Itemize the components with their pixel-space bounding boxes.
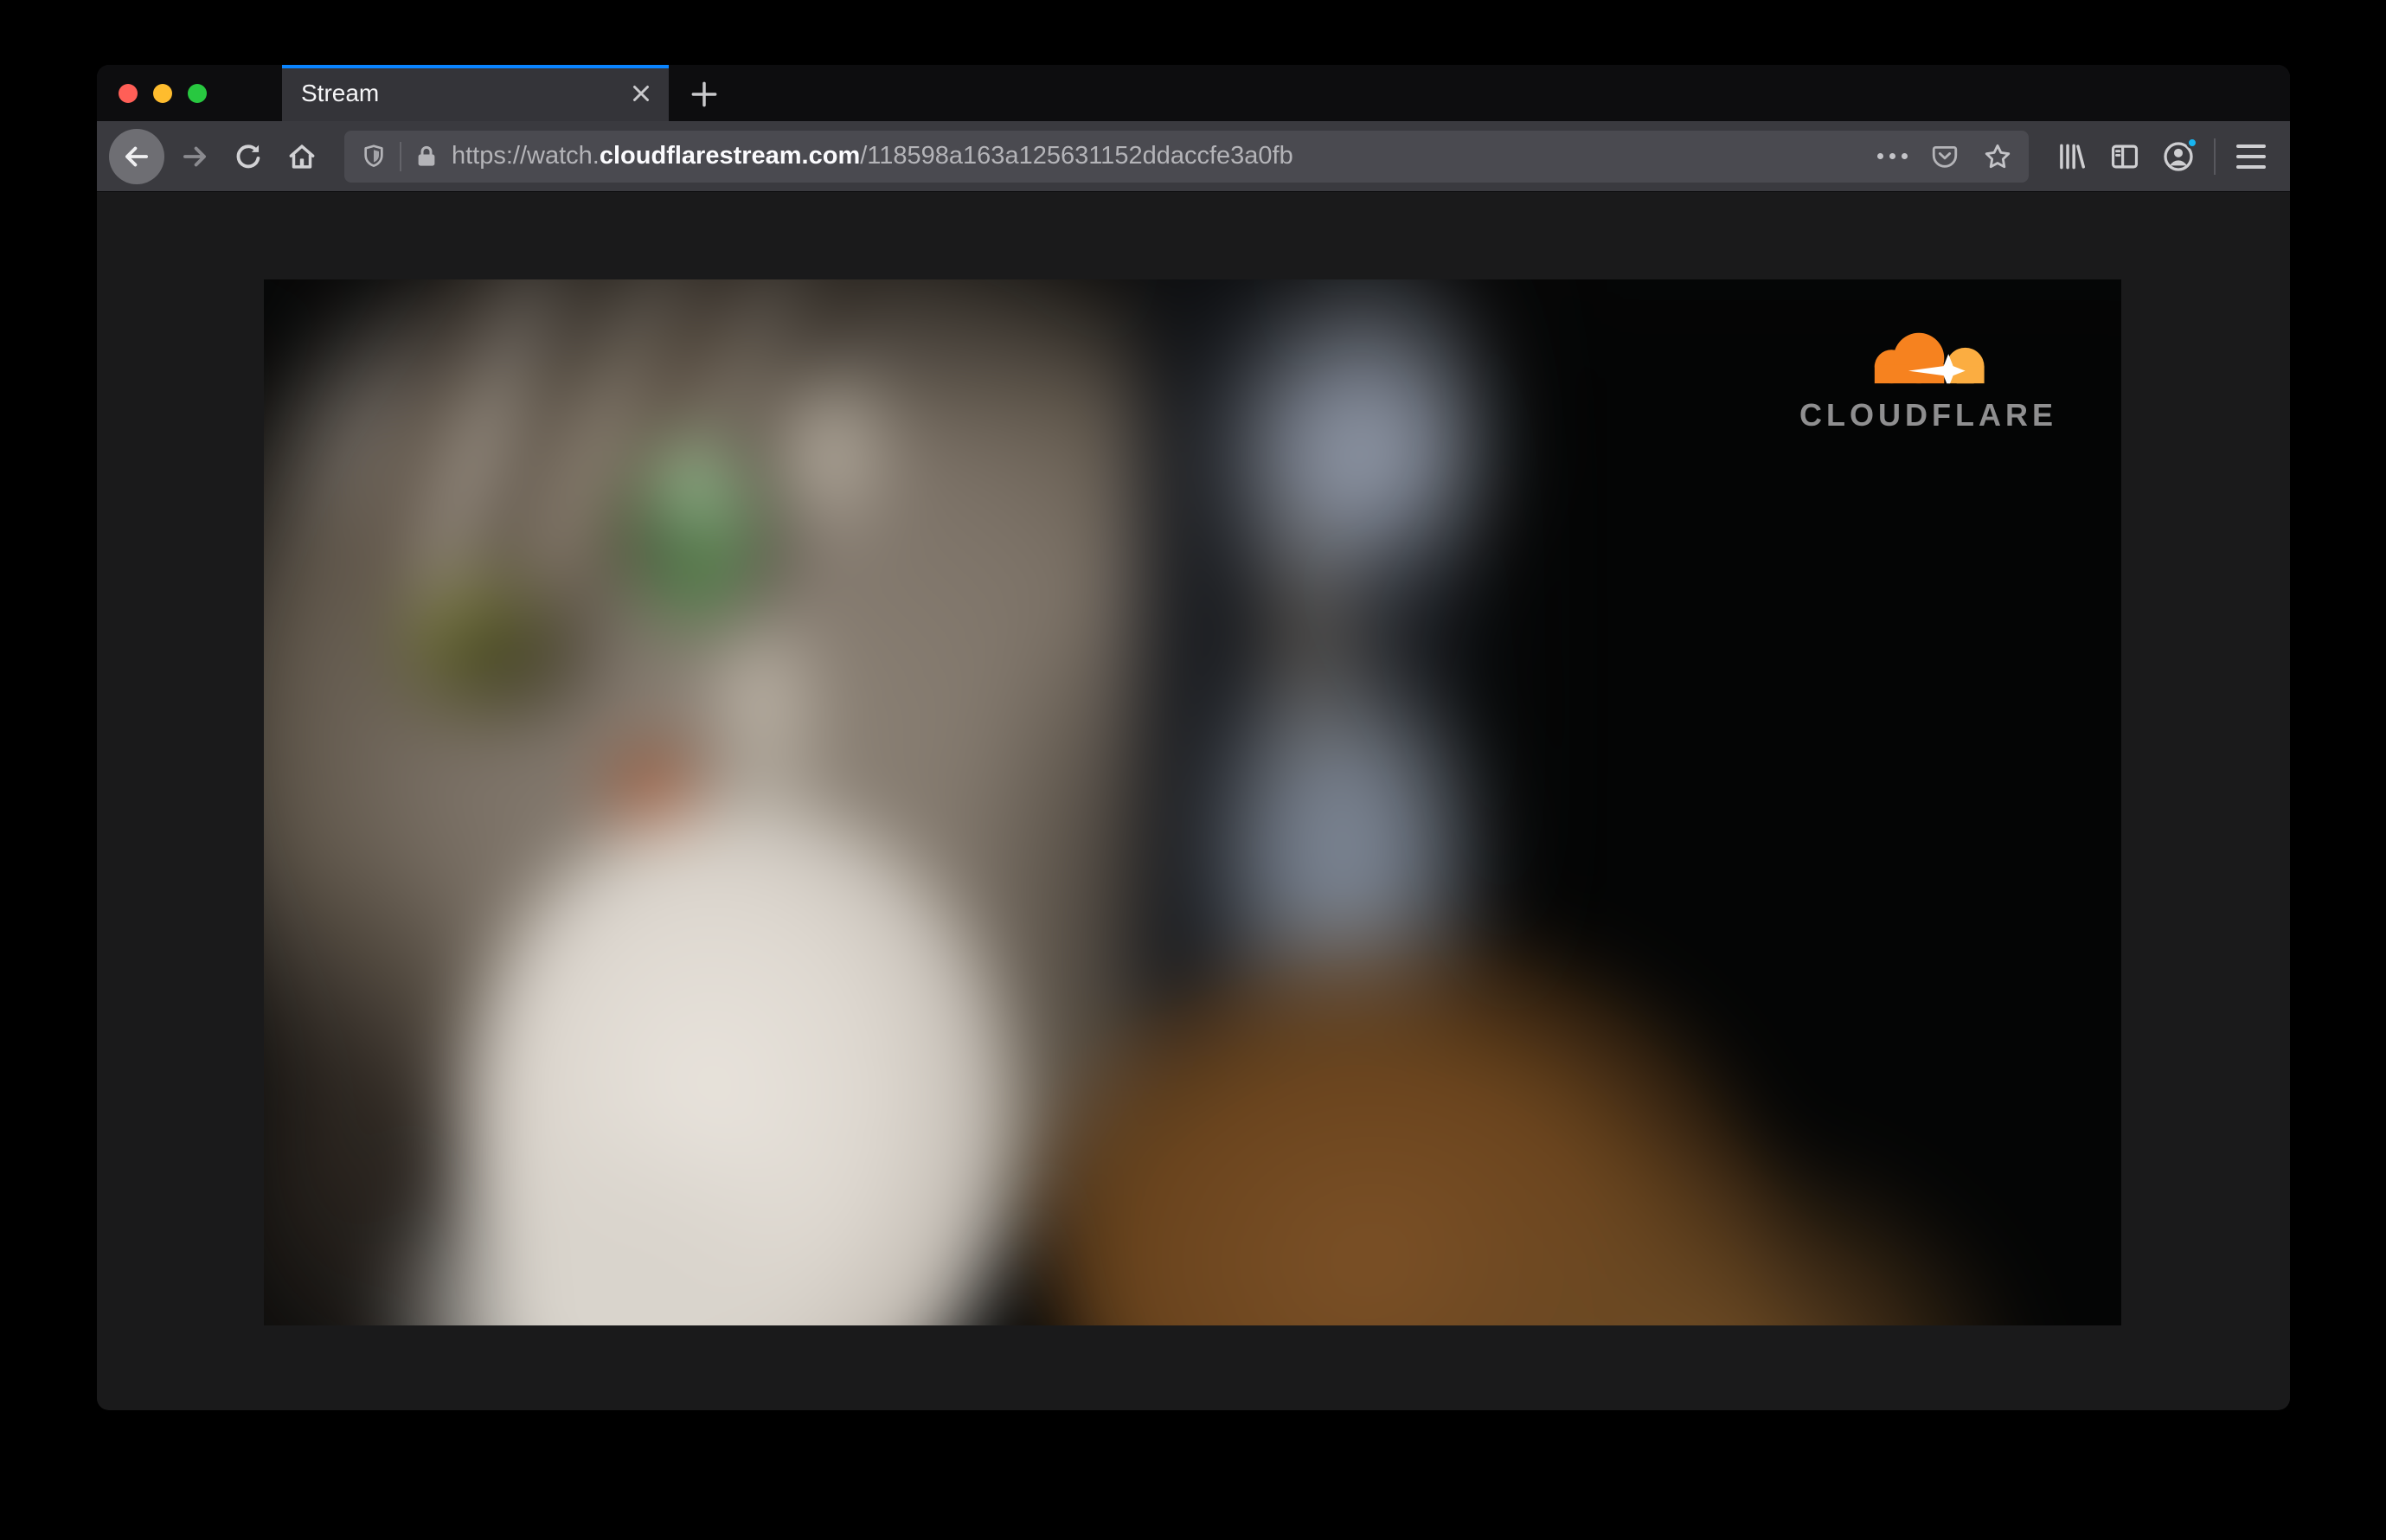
window-controls <box>97 83 207 103</box>
cloudflare-wordmark: CLOUDFLARE <box>1799 397 2057 433</box>
close-window-button[interactable] <box>119 83 138 103</box>
pocket-icon[interactable] <box>1930 142 1959 171</box>
cloudflare-logo: CLOUDFLARE <box>1786 324 2071 433</box>
tab-stream[interactable]: Stream <box>282 65 669 121</box>
url-bar[interactable]: https://watch.cloudflarestream.com/11859… <box>344 130 2029 183</box>
navigation-toolbar: https://watch.cloudflarestream.com/11859… <box>97 121 2290 192</box>
title-bar: Stream <box>97 65 2290 121</box>
urlbar-divider <box>400 141 401 171</box>
page-actions-icon[interactable] <box>1877 153 1908 159</box>
lock-icon[interactable] <box>414 144 439 170</box>
tracking-protection-shield-icon[interactable] <box>360 143 388 170</box>
toolbar-divider <box>2214 138 2216 175</box>
url-domain: cloudflarestream.com <box>599 142 861 170</box>
page-actions <box>1877 141 2013 172</box>
new-tab-button[interactable] <box>682 72 727 117</box>
video-player[interactable]: CLOUDFLARE <box>264 279 2121 1325</box>
account-button[interactable] <box>2157 135 2200 178</box>
bookmark-star-icon[interactable] <box>1982 141 2013 172</box>
cloudflare-cloud-icon <box>1874 332 1985 384</box>
library-icon[interactable] <box>2049 135 2093 178</box>
zoom-window-button[interactable] <box>188 83 207 103</box>
back-button[interactable] <box>109 128 164 184</box>
url-path: /118598a163a125631152ddaccfe3a0fb <box>860 142 1293 170</box>
browser-window: Stream https://watch.cloudflarestream.co… <box>97 65 2290 1410</box>
minimize-window-button[interactable] <box>153 83 172 103</box>
home-button[interactable] <box>280 135 324 178</box>
video-frame-cat <box>264 279 2121 1325</box>
account-notification-dot <box>2186 136 2198 149</box>
forward-button[interactable] <box>173 135 216 178</box>
menu-hamburger-icon[interactable] <box>2229 135 2273 178</box>
page-content: CLOUDFLARE <box>97 192 2290 1409</box>
tab-title: Stream <box>301 79 380 106</box>
close-tab-icon[interactable] <box>624 76 658 111</box>
url-scheme: https://watch. <box>452 142 600 170</box>
sidebar-icon[interactable] <box>2103 135 2146 178</box>
reload-button[interactable] <box>227 135 270 178</box>
active-tab-indicator <box>282 65 669 68</box>
url-text: https://watch.cloudflarestream.com/11859… <box>452 142 1860 170</box>
